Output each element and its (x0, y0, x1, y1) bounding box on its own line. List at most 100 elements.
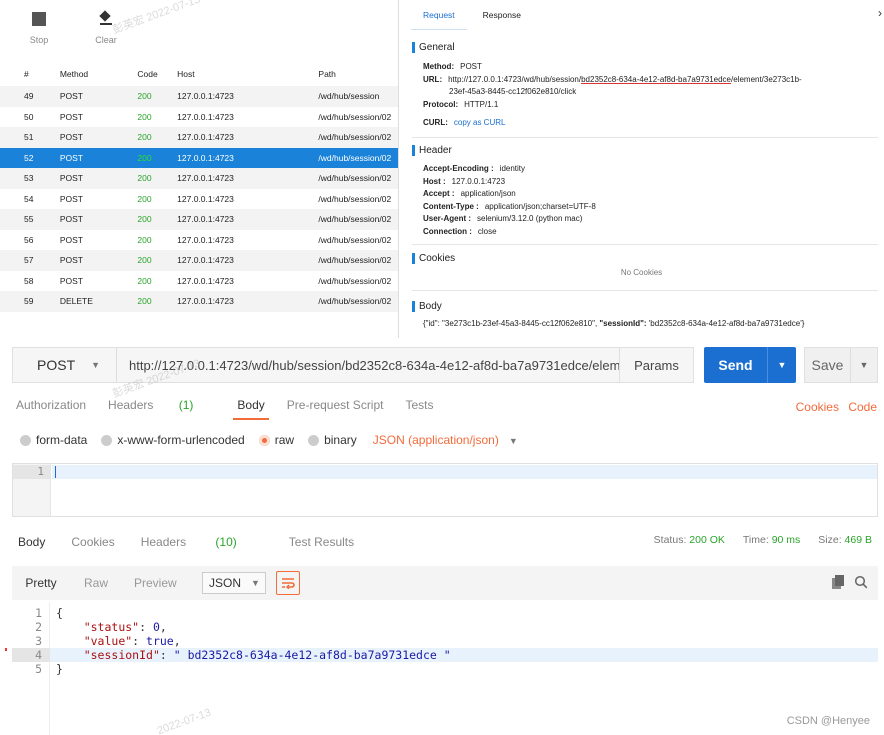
cell-path: /wd/hub/session/02 (318, 234, 392, 245)
col-path[interactable]: Path (318, 69, 398, 79)
params-button[interactable]: Params (620, 347, 694, 383)
clear-label: Clear (95, 35, 117, 45)
tab-body[interactable]: Body (233, 398, 270, 420)
cell-code: 200 (137, 173, 152, 184)
wrap-lines-button[interactable] (276, 571, 300, 595)
tab-response-body[interactable]: Body (18, 535, 45, 549)
chevron-down-icon: ▼ (91, 360, 101, 370)
url-row: URL: http://127.0.0.1:4723/wd/hub/session… (423, 74, 802, 84)
collapse-icon[interactable]: › (878, 6, 882, 20)
stop-button[interactable]: Stop (16, 12, 62, 45)
header-row: Accept-Encoding : identity (423, 164, 526, 173)
cell-path: /wd/hub/session/02 (318, 152, 392, 163)
cell-code: 200 (137, 152, 152, 163)
radio-binary[interactable]: binary (308, 433, 357, 447)
save-button[interactable]: Save ▼ (804, 347, 878, 383)
code-line: 2 "status": 0, (12, 620, 878, 634)
col-host[interactable]: Host (177, 69, 318, 79)
send-label: Send (704, 347, 768, 383)
radio-icon (101, 434, 113, 446)
cookies-title: Cookies (412, 253, 884, 264)
curl-row: CURL: copy as CURL (423, 118, 506, 127)
send-dropdown-icon[interactable]: ▼ (768, 347, 796, 383)
status-stat: Status: 200 OK (653, 534, 725, 546)
tab-response[interactable]: Response (483, 10, 521, 20)
col-code[interactable]: Code (137, 69, 177, 79)
preview-button[interactable]: Preview (134, 572, 177, 594)
raw-button[interactable]: Raw (84, 572, 108, 594)
table-row[interactable]: 50 POST 200 127.0.0.1:4723/wd/hub/session/0… (0, 107, 398, 128)
copy-curl-link[interactable]: copy as CURL (454, 118, 506, 127)
radio-form-data[interactable]: form-data (20, 433, 87, 447)
tab-prerequest[interactable]: Pre-request Script (287, 398, 384, 412)
tab-request[interactable]: Request (411, 10, 467, 30)
line-number: 2 (35, 620, 42, 634)
line-number: 4 (12, 648, 50, 662)
request-url-bar: POST ▼ http://127.0.0.1:4723/wd/hub/sess… (12, 347, 620, 383)
response-tabs: Body Cookies Headers (10) Test Results (18, 535, 380, 549)
watermark: 彭英宏 2022-07-13 (111, 0, 202, 37)
cell-num: 49 (24, 91, 34, 102)
save-label: Save (805, 348, 851, 382)
table-row[interactable]: 59 DELETE 200 127.0.0.1:4723/wd/hub/session… (0, 291, 398, 312)
method-select[interactable]: POST ▼ (13, 348, 117, 382)
cell-code: 200 (137, 296, 152, 307)
protocol-row: Protocol: HTTP/1.1 (423, 99, 499, 109)
table-row[interactable]: 49 POST 200 127.0.0.1:4723/wd/hub/session (0, 86, 398, 107)
table-row[interactable]: 57 POST 200 127.0.0.1:4723/wd/hub/session/0… (0, 250, 398, 271)
table-row[interactable]: 56 POST 200 127.0.0.1:4723/wd/hub/session/0… (0, 230, 398, 251)
code-link[interactable]: Code (848, 400, 877, 414)
table-row[interactable]: 55 POST 200 127.0.0.1:4723/wd/hub/session/0… (0, 209, 398, 230)
table-row[interactable]: 58 POST 200 127.0.0.1:4723/wd/hub/session/0… (0, 271, 398, 292)
content-type-select[interactable]: JSON (application/json) ▼ (373, 433, 518, 447)
cell-method: POST (59, 111, 83, 122)
cell-host: 127.0.0.1:4723 (177, 152, 234, 163)
line-number: 1 (13, 465, 50, 479)
tab-authorization[interactable]: Authorization (16, 398, 86, 412)
cell-method: POST (59, 91, 83, 102)
tab-response-cookies[interactable]: Cookies (71, 535, 114, 549)
pretty-button[interactable]: Pretty (12, 572, 70, 594)
save-dropdown-icon[interactable]: ▼ (851, 348, 877, 382)
cell-method: DELETE (59, 296, 93, 307)
tab-response-headers[interactable]: Headers (10) (141, 535, 263, 549)
cell-method: POST (59, 132, 83, 143)
table-row[interactable]: 51 POST 200 127.0.0.1:4723/wd/hub/session/0… (0, 127, 398, 148)
red-marker (5, 648, 7, 651)
table-row[interactable]: 53 POST 200 127.0.0.1:4723/wd/hub/session/0… (0, 168, 398, 189)
format-select[interactable]: JSON ▼ (202, 572, 266, 594)
active-line (52, 465, 877, 479)
cell-host: 127.0.0.1:4723 (177, 275, 234, 286)
request-list-pane: Stop Clear 彭英宏 2022-07-13 # Method Code … (0, 0, 398, 338)
editor-gutter: 1 (13, 464, 51, 516)
send-button[interactable]: Send ▼ (704, 347, 796, 383)
body-type-options: form-data x-www-form-urlencoded raw bina… (20, 433, 518, 447)
code-text: "sessionId": " bd2352c8-634a-4e12-af8d-b… (83, 648, 451, 662)
csdn-credit: CSDN @Henyee (786, 715, 870, 727)
cell-host: 127.0.0.1:4723 (177, 111, 234, 122)
cookies-link[interactable]: Cookies (796, 400, 839, 414)
cell-code: 200 (137, 193, 152, 204)
cell-host: 127.0.0.1:4723 (177, 193, 234, 204)
body-content: {"id": "3e273c1b-23ef-45a3-8445-cc12f062… (423, 319, 805, 328)
copy-icon[interactable] (832, 575, 844, 589)
col-method[interactable]: Method (58, 69, 138, 79)
response-body-viewer[interactable]: 1{2 "status": 0, 3 "value": true, 4 "sessi… (12, 602, 878, 735)
tab-test-results[interactable]: Test Results (289, 535, 354, 549)
table-row[interactable]: 54 POST 200 127.0.0.1:4723/wd/hub/session/0… (0, 189, 398, 210)
col-num[interactable]: # (0, 69, 58, 79)
radio-urlencoded[interactable]: x-www-form-urlencoded (101, 433, 245, 447)
line-number: 5 (35, 662, 42, 676)
response-actions (832, 575, 868, 589)
request-detail-pane: Request Response › General Method: POST U… (398, 0, 884, 338)
search-icon[interactable] (854, 575, 868, 589)
response-toolbar: Pretty Raw Preview JSON ▼ (12, 566, 878, 600)
request-body-editor[interactable]: 1 (12, 463, 878, 517)
tab-tests[interactable]: Tests (405, 398, 433, 412)
cell-path: /wd/hub/session/02 (318, 132, 392, 143)
radio-raw[interactable]: raw (258, 433, 294, 447)
proxy-window: Stop Clear 彭英宏 2022-07-13 # Method Code … (0, 0, 884, 338)
tab-headers[interactable]: Headers (1) (108, 398, 215, 412)
table-row[interactable]: 52 POST 200 127.0.0.1:4723/wd/hub/session/0… (0, 147, 398, 168)
cell-num: 58 (24, 275, 34, 286)
